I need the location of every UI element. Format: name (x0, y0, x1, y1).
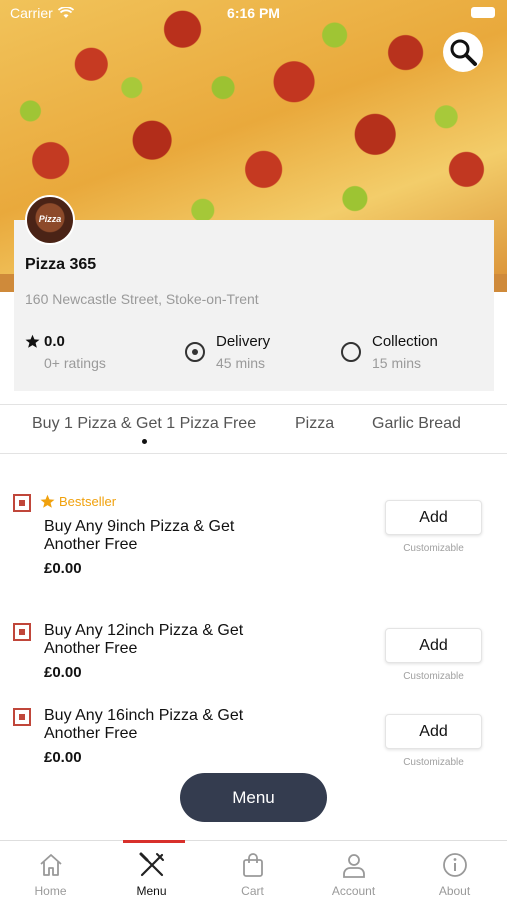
delivery-radio[interactable] (185, 342, 205, 362)
search-icon (450, 39, 477, 66)
nav-label: Account (331, 884, 376, 898)
nav-about[interactable]: About (404, 841, 505, 900)
collection-time: 15 mins (372, 355, 422, 371)
tab-pizza[interactable]: Pizza (295, 415, 334, 433)
item-name: Buy Any 9inch Pizza & Get Another Free (44, 518, 235, 553)
nav-menu[interactable]: Menu (101, 840, 202, 900)
star-icon (40, 494, 55, 508)
item-name: Buy Any 16inch Pizza & Get Another Free (44, 707, 244, 742)
star-icon (25, 334, 40, 348)
nav-label: Home (34, 884, 67, 898)
bestseller-label: Bestseller (59, 494, 117, 509)
restaurant-logo: Pizza (25, 195, 75, 245)
add-button[interactable]: Add (385, 500, 482, 535)
item-name: Buy Any 12inch Pizza & Get Another Free (44, 622, 244, 657)
active-nav-indicator (123, 840, 185, 843)
rating-value-row: 0.0 (25, 333, 106, 350)
status-bar: Carrier 6:16 PM (0, 0, 507, 28)
shopping-bag-icon (242, 853, 263, 877)
collection-label: Collection (372, 333, 438, 350)
rating-block: 0.0 0+ ratings (25, 333, 106, 371)
restaurant-address: 160 Newcastle Street, Stoke-on-Trent (25, 291, 259, 307)
home-icon (39, 854, 62, 876)
rating-value: 0.0 (44, 333, 65, 350)
user-icon (342, 854, 365, 878)
delivery-time: 45 mins (216, 355, 266, 371)
restaurant-logo-text: Pizza (38, 214, 62, 224)
nav-label: Menu (136, 884, 167, 898)
customizable-note: Customizable (403, 543, 464, 554)
veg-marker-icon (13, 708, 31, 726)
active-tab-indicator (142, 439, 148, 444)
search-button[interactable] (443, 32, 483, 72)
menu-button[interactable]: Menu (180, 773, 327, 822)
add-button[interactable]: Add (385, 628, 482, 663)
tab-buy-1-get-1[interactable]: Buy 1 Pizza & Get 1 Pizza Free (32, 415, 257, 444)
veg-marker-icon (13, 494, 31, 512)
item-price: £0.00 (44, 560, 82, 577)
ratings-count: 0+ ratings (44, 355, 106, 371)
restaurant-name: Pizza 365 (25, 256, 97, 273)
collection-radio[interactable] (341, 342, 361, 362)
tab-label: Pizza (295, 415, 335, 432)
nav-home[interactable]: Home (0, 841, 101, 900)
item-price: £0.00 (44, 749, 82, 766)
bestseller-badge: Bestseller (40, 494, 116, 509)
tab-label: Garlic Bread (372, 415, 461, 432)
status-time: 6:16 PM (227, 5, 280, 21)
nav-label: About (438, 884, 471, 898)
battery-icon (471, 7, 495, 18)
tab-label: Buy 1 Pizza & Get 1 Pizza Free (32, 415, 257, 432)
nav-cart[interactable]: Cart (202, 841, 303, 900)
add-button[interactable]: Add (385, 714, 482, 749)
fork-knife-icon (139, 852, 164, 877)
nav-account[interactable]: Account (303, 841, 404, 900)
tab-garlic-bread[interactable]: Garlic Bread (372, 415, 461, 433)
customizable-note: Customizable (403, 671, 464, 682)
category-tabs: Buy 1 Pizza & Get 1 Pizza Free Pizza Gar… (0, 404, 507, 454)
veg-marker-icon (13, 623, 31, 641)
bottom-nav: Home Menu Cart Account About (0, 840, 507, 900)
customizable-note: Customizable (403, 757, 464, 768)
item-price: £0.00 (44, 664, 82, 681)
nav-label: Cart (241, 884, 264, 898)
delivery-label: Delivery (216, 333, 271, 350)
info-icon (442, 853, 467, 877)
